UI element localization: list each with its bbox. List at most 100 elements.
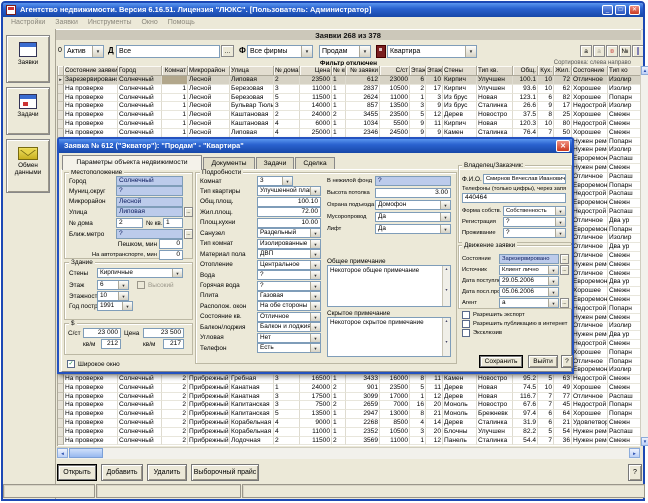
wide-window-checkbox[interactable]: ✓ [67, 360, 75, 368]
maximize-button[interactable]: □ [615, 5, 626, 15]
cost-per-m-field[interactable]: 212 [101, 339, 121, 349]
chevron-down-icon[interactable]: ▼ [548, 277, 558, 285]
build-year-combo[interactable]: 1991▼ [97, 301, 133, 311]
floor-extra-checkbox[interactable] [137, 281, 145, 289]
close-button[interactable]: ✕ [629, 5, 640, 15]
font-size-button[interactable]: а [580, 45, 592, 57]
details-field[interactable]: ?▼ [257, 281, 321, 291]
object-type-combo[interactable]: Квартира▼ [387, 45, 477, 58]
chevron-down-icon[interactable]: ▼ [465, 46, 476, 57]
chevron-down-icon[interactable]: ▼ [440, 213, 450, 221]
details-field[interactable]: 3▼ [257, 176, 293, 186]
metro-field[interactable]: ? [116, 229, 183, 239]
chevron-down-icon[interactable]: ▼ [310, 261, 320, 269]
firms-combo[interactable]: Все фирмы▼ [247, 45, 313, 58]
column-header[interactable]: № заявки [346, 66, 380, 76]
table-row[interactable]: На проверкеСолнечный1ЛеснойКаштановая460… [58, 120, 641, 129]
chevron-down-icon[interactable]: ▼ [310, 282, 320, 290]
currency-button[interactable]: ¤ [606, 45, 618, 57]
ownership-combo[interactable]: Собственность▼ [503, 206, 566, 216]
chevron-down-icon[interactable]: ▼ [548, 299, 558, 307]
chevron-down-icon[interactable]: ▼ [310, 250, 320, 258]
price-per-m-field[interactable]: 217 [163, 339, 184, 349]
state-browse-button[interactable]: ... [560, 254, 569, 264]
fio-field[interactable]: Смирнов Вячеслав Иванович [483, 174, 566, 184]
table-row[interactable]: На проверкеСолнечный2ПрибрежныйЛодочная2… [58, 437, 641, 446]
save-button[interactable]: Сохранить [479, 355, 523, 368]
chevron-down-icon[interactable]: ▼ [310, 292, 320, 300]
vertical-scrollbar[interactable]: ▲ ▼ [640, 66, 648, 446]
tab-deal[interactable]: Сделка [295, 157, 335, 169]
add-button[interactable]: Добавить [101, 464, 143, 481]
details-field[interactable]: Балкон и лоджия▼ [257, 322, 321, 332]
metro-browse-button[interactable]: ... [184, 229, 193, 239]
chevron-down-icon[interactable]: ▼ [310, 344, 320, 352]
details-extra-field[interactable]: ? [375, 176, 451, 186]
table-row[interactable]: На проверкеСолнечный1ЛеснойБерезовая5115… [58, 94, 641, 103]
walls-combo[interactable]: Кирпичные▼ [97, 268, 183, 278]
chevron-down-icon[interactable]: ▼ [548, 288, 558, 296]
city-field[interactable]: Солнечный [116, 176, 183, 186]
details-extra-field[interactable]: Домофон▼ [375, 200, 451, 210]
help-button[interactable]: ? [628, 464, 642, 481]
details-field[interactable]: 10.00 [257, 218, 321, 228]
column-header[interactable]: Кух. [538, 66, 554, 76]
source-combo[interactable]: Клиент лично▼ [499, 265, 559, 275]
table-row[interactable]: На проверкеСолнечный2ПрибрежныйКапитанск… [58, 410, 641, 419]
horizontal-scrollbar[interactable]: ◄ ► [57, 447, 640, 459]
export-checkbox[interactable] [462, 311, 470, 319]
chevron-down-icon[interactable]: ▼ [310, 334, 320, 342]
textarea-scrollbar[interactable]: ▲▼ [442, 266, 450, 306]
chevron-down-icon[interactable]: ▼ [122, 302, 132, 310]
column-header[interactable]: Состояние [572, 66, 608, 76]
street-field[interactable]: Липовая [116, 207, 183, 217]
dialog-close-button[interactable]: ✕ [556, 140, 570, 152]
chevron-down-icon[interactable]: ▼ [440, 225, 450, 233]
textarea-scrollbar[interactable]: ▲▼ [442, 318, 450, 356]
chevron-down-icon[interactable]: ▼ [310, 302, 320, 310]
table-row[interactable]: На проверкеСолнечный2ПрибрежныйКорабельн… [58, 428, 641, 437]
floors-combo[interactable]: 10▼ [97, 291, 129, 301]
details-extra-field[interactable]: 3.00 [375, 188, 451, 198]
details-field[interactable]: Улучшенной планиров▼ [257, 186, 321, 196]
details-field[interactable]: Нет▼ [257, 333, 321, 343]
date-last-call-combo[interactable]: 05.06.2006▼ [499, 287, 559, 297]
chevron-down-icon[interactable]: ▼ [555, 229, 565, 237]
phones-field[interactable]: 440464 [462, 193, 566, 203]
table-row[interactable]: На проверкеСолнечный1ЛеснойКаштановая224… [58, 111, 641, 120]
column-header[interactable]: Этаж [410, 66, 426, 76]
search-input[interactable]: Все [116, 45, 220, 58]
column-header[interactable]: Стены [443, 66, 477, 76]
chevron-down-icon[interactable]: ▼ [118, 292, 128, 300]
font-size-2-button[interactable]: а [593, 45, 605, 57]
common-note-textarea[interactable]: Некоторое общее примечание▲▼ [327, 265, 451, 307]
scrollbar-thumb[interactable] [69, 448, 103, 458]
column-header[interactable]: № дома [274, 66, 300, 76]
open-button[interactable]: Открыть [57, 464, 97, 481]
walk-minutes-field[interactable]: 0 [159, 239, 183, 249]
chevron-down-icon[interactable]: ▼ [310, 313, 320, 321]
price-field[interactable]: 23 500 [143, 328, 184, 338]
chevron-down-icon[interactable]: ▼ [310, 271, 320, 279]
exit-button[interactable]: Выйти [528, 355, 558, 368]
menu-help[interactable]: Помощь [168, 19, 195, 26]
column-header[interactable]: № кв. [332, 66, 346, 76]
details-field[interactable]: Есть▼ [257, 343, 321, 353]
chevron-down-icon[interactable]: ▼ [359, 46, 370, 57]
chevron-down-icon[interactable]: ▼ [310, 229, 320, 237]
chevron-down-icon[interactable]: ▼ [310, 240, 320, 248]
chevron-down-icon[interactable]: ▼ [301, 46, 312, 57]
table-row[interactable]: На проверкеСолнечный1ЛеснойБульвар Тюльп… [58, 102, 641, 111]
details-field[interactable]: Изолированные▼ [257, 239, 321, 249]
number-button[interactable]: № [619, 45, 631, 57]
scroll-up-icon[interactable]: ▲ [641, 66, 648, 75]
scroll-down-icon[interactable]: ▼ [641, 437, 648, 446]
menu-requests[interactable]: Заявки [55, 19, 78, 26]
state-field[interactable]: Зарезервировано [499, 254, 559, 264]
column-header[interactable]: Цена [300, 66, 332, 76]
table-row[interactable]: ▸ЗарезервированоСолнечныйЛеснойЛиповая22… [58, 76, 641, 85]
tab-documents[interactable]: Документы [203, 157, 255, 169]
table-row[interactable]: На проверкеСолнечный2ПрибрежныйКанатная1… [58, 384, 641, 393]
exclusive-checkbox[interactable] [462, 329, 470, 337]
details-field[interactable]: На обе стороны▼ [257, 301, 321, 311]
